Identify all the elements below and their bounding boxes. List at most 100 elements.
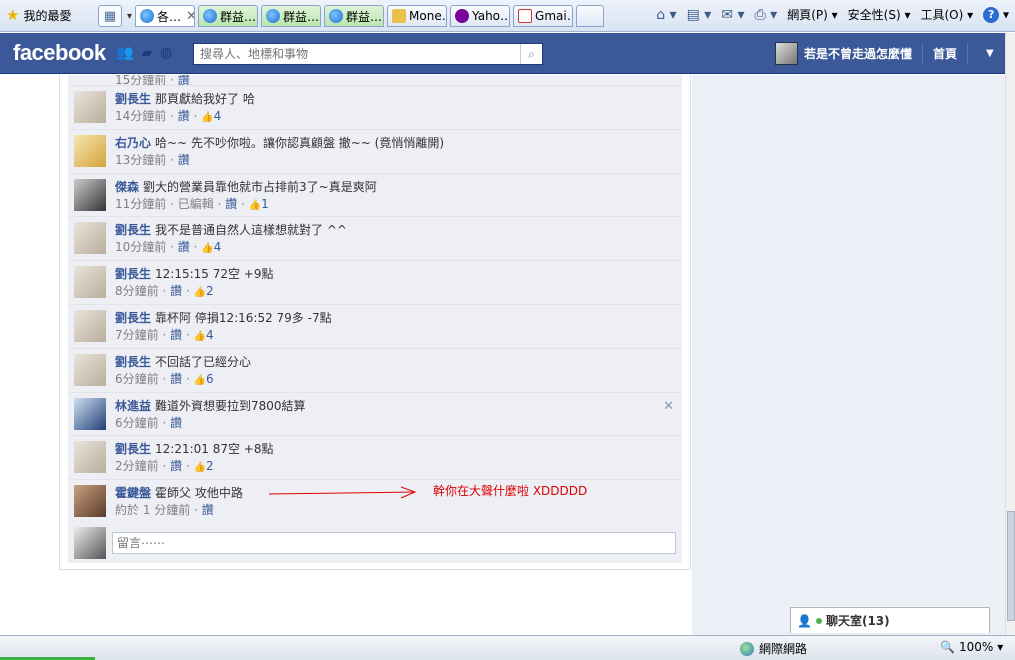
avatar[interactable]	[74, 441, 106, 474]
commenter-name[interactable]: 右乃心	[115, 136, 151, 150]
commenter-name[interactable]: 劉長生	[115, 92, 151, 106]
avatar[interactable]	[74, 178, 106, 211]
like-count[interactable]: 👍4	[201, 240, 221, 254]
comment-input[interactable]	[112, 532, 676, 554]
browser-tab[interactable]: 各…✕	[135, 5, 196, 27]
like-link[interactable]: 讚	[170, 328, 182, 342]
comment-time[interactable]: 7分鐘前	[115, 328, 159, 342]
avatar	[74, 527, 106, 559]
edited-label[interactable]: 已編輯	[178, 197, 214, 211]
messages-icon[interactable]: ▰	[141, 45, 152, 61]
comment-time[interactable]: 約於 1 分鐘前	[115, 503, 190, 517]
home-link[interactable]: 首頁	[933, 45, 957, 62]
like-count[interactable]: 👍6	[194, 372, 214, 386]
like-link[interactable]: 讚	[178, 240, 190, 254]
nav-divider	[922, 43, 924, 64]
comment-time[interactable]: 6分鐘前	[115, 372, 159, 386]
comment-time[interactable]: 14分鐘前	[115, 109, 166, 123]
avatar[interactable]	[74, 397, 106, 430]
notifications-icon[interactable]: ◍	[160, 45, 172, 61]
avatar[interactable]	[74, 485, 106, 518]
ie-page-icon	[266, 9, 281, 23]
avatar[interactable]	[74, 309, 106, 342]
annotation-text: 幹你在大聲什麼啦 XDDDDD	[433, 484, 588, 498]
profile-link[interactable]: 若是不曾走過怎麼懂	[804, 45, 912, 62]
chat-button[interactable]: 👤 聊天室(13)	[790, 607, 990, 633]
vertical-scrollbar[interactable]	[1005, 33, 1015, 635]
browser-tab[interactable]: Yaho…	[450, 5, 511, 27]
like-link[interactable]: 讚	[178, 153, 190, 167]
thumbs-up-icon: 👍	[201, 243, 214, 255]
like-link[interactable]: 讚	[170, 416, 182, 430]
thumbs-up-icon: 👍	[248, 199, 262, 211]
scrollbar-thumb[interactable]	[1007, 511, 1015, 621]
commenter-name[interactable]: 林進益	[115, 399, 151, 413]
search-box: ⌕	[193, 43, 543, 65]
like-link[interactable]: 讚	[202, 503, 214, 517]
like-link[interactable]: 讚	[225, 197, 237, 211]
commenter-name[interactable]: 劉長生	[115, 355, 151, 369]
new-tab-button[interactable]	[576, 5, 605, 27]
avatar[interactable]	[74, 266, 106, 299]
like-link[interactable]: 讚	[170, 372, 182, 386]
comment-text: 靠杯阿 停損12:16:52 79多 -7點	[155, 310, 332, 325]
mail-icon[interactable]: ✉ ▾	[721, 7, 744, 23]
friend-requests-icon[interactable]: 👥	[116, 45, 133, 61]
avatar[interactable]	[74, 353, 106, 386]
commenter-name[interactable]: 劉長生	[115, 442, 151, 456]
comment-text: 12:21:01 87空 +8點	[155, 442, 274, 457]
nav-divider	[967, 43, 969, 64]
yahoo-icon	[455, 9, 470, 23]
commenter-name[interactable]: 霍鍵盤	[115, 486, 151, 500]
like-link[interactable]: 讚	[170, 459, 182, 473]
print-icon[interactable]: ⎙ ▾	[755, 7, 778, 23]
like-count[interactable]: 👍1	[249, 197, 269, 211]
comment-time[interactable]: 8分鐘前	[115, 284, 159, 298]
remove-comment-icon[interactable]: ✕	[663, 399, 674, 414]
comment-time[interactable]: 10分鐘前	[115, 240, 166, 254]
like-link[interactable]: 讚	[170, 284, 182, 298]
like-count[interactable]: 👍4	[194, 328, 214, 342]
like-count[interactable]: 👍2	[194, 284, 214, 298]
comment-time[interactable]: 13分鐘前	[115, 153, 166, 167]
home-icon[interactable]: ⌂ ▾	[656, 7, 676, 23]
avatar[interactable]	[74, 134, 106, 167]
comment-time[interactable]: 6分鐘前	[115, 416, 159, 430]
facebook-logo[interactable]: facebook	[13, 40, 106, 66]
comment-text: 12:15:15 72空 +9點	[155, 267, 274, 282]
avatar[interactable]	[74, 222, 106, 255]
close-tab-icon[interactable]: ✕	[186, 9, 194, 24]
comment-time[interactable]: 11分鐘前	[115, 197, 166, 211]
search-icon[interactable]: ⌕	[520, 44, 542, 64]
commenter-name[interactable]: 劉長生	[115, 311, 151, 325]
tab-list-dropdown-icon[interactable]: ▾	[127, 11, 132, 22]
avatar[interactable]	[74, 91, 106, 123]
zoom-control[interactable]: 🔍 100% ▾	[940, 640, 1003, 654]
comment-time[interactable]: 2分鐘前	[115, 459, 159, 473]
search-input[interactable]	[194, 44, 520, 64]
commenter-name[interactable]: 劉長生	[115, 223, 151, 237]
browser-tab[interactable]: 群益…	[198, 5, 259, 27]
user-avatar[interactable]	[775, 42, 798, 65]
commenter-name[interactable]: 傑森	[115, 180, 139, 194]
like-count[interactable]: 👍4	[201, 109, 221, 123]
gmail-icon	[518, 9, 533, 23]
comment-text: 霍師父 攻他中路	[155, 486, 243, 501]
help-icon[interactable]: ? ▾	[983, 6, 1009, 23]
safety-menu[interactable]: 安全性(S) ▾	[848, 6, 911, 23]
like-count[interactable]: 👍2	[194, 459, 214, 473]
favorites-button[interactable]: ★ 我的最愛	[6, 6, 71, 24]
browser-tab[interactable]: 群益…	[324, 5, 385, 27]
comment: 劉長生 我不是普通自然人這樣想就對了 ^^ 10分鐘前 · 讚 · 👍4	[68, 217, 682, 262]
tools-menu[interactable]: 工具(O) ▾	[921, 6, 974, 23]
page-menu[interactable]: 網頁(P) ▾	[787, 6, 837, 23]
browser-tab[interactable]: Mone…	[387, 5, 448, 27]
commenter-name[interactable]: 劉長生	[115, 267, 151, 281]
browser-tab[interactable]: 群益…	[261, 5, 322, 27]
like-link[interactable]: 讚	[178, 75, 190, 85]
browser-tab[interactable]: Gmai…	[513, 5, 574, 27]
like-link[interactable]: 讚	[178, 109, 190, 123]
feeds-icon[interactable]: ▤ ▾	[687, 7, 712, 23]
account-menu-icon[interactable]: ▼	[986, 48, 994, 59]
quick-tabs-icon[interactable]: ▦	[98, 5, 122, 27]
